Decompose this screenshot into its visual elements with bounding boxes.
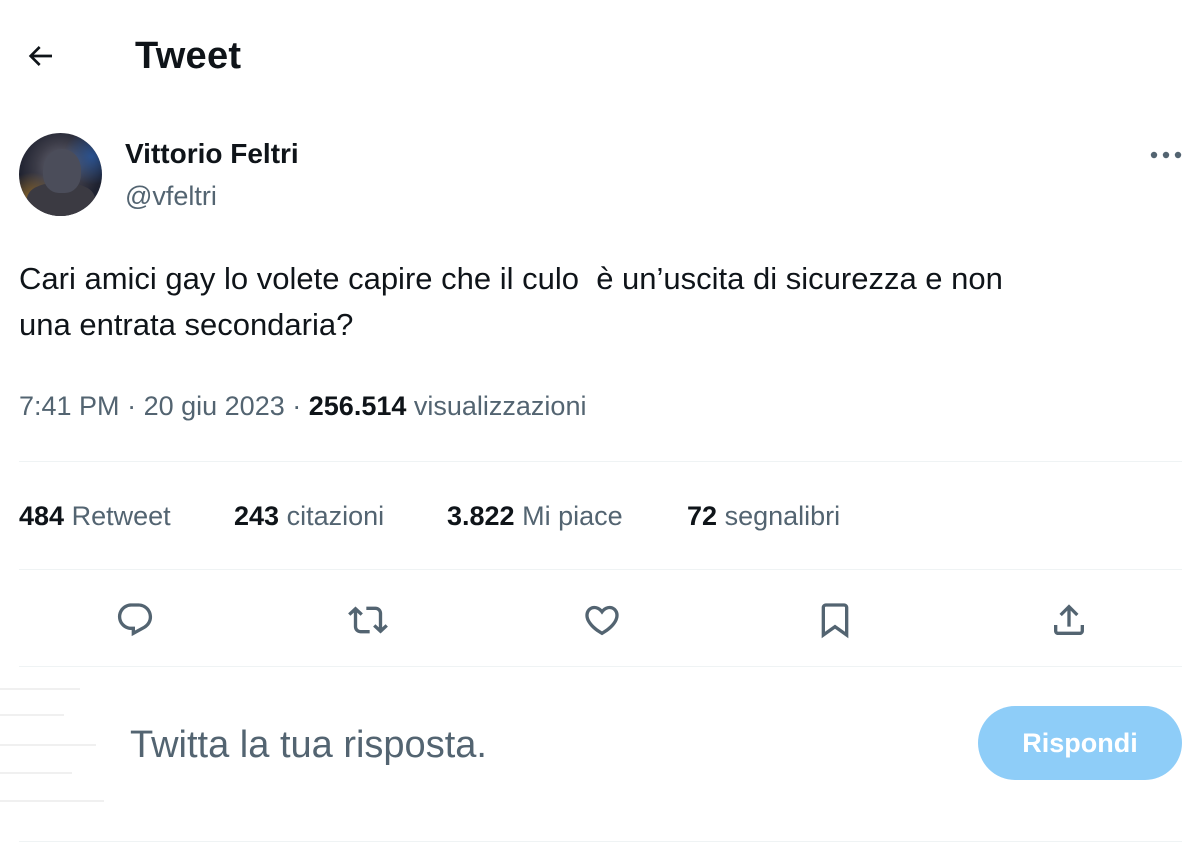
stat-label: segnalibri	[724, 501, 841, 531]
meta-separator: ·	[292, 391, 302, 421]
tweet-header: Tweet	[0, 0, 1200, 112]
author-handle[interactable]: @vfeltri	[125, 180, 217, 212]
decorative-line	[0, 714, 64, 716]
views-count: 256.514	[308, 391, 407, 421]
divider	[19, 841, 1182, 842]
stat-label: Mi piace	[522, 501, 623, 531]
retweet-button[interactable]	[344, 596, 392, 644]
bookmark-icon	[821, 603, 849, 639]
avatar-figure-head	[43, 149, 81, 193]
stat-count: 484	[19, 501, 65, 531]
stat-label: Retweet	[71, 501, 171, 531]
share-button[interactable]	[1045, 596, 1093, 644]
tweet-text: Cari amici gay lo volete capire che il c…	[19, 261, 1003, 342]
reply-button[interactable]	[111, 596, 159, 644]
divider	[19, 569, 1182, 570]
stat-label: citazioni	[286, 501, 385, 531]
page-title: Tweet	[135, 35, 242, 77]
divider	[19, 666, 1182, 667]
arrow-left-icon	[28, 46, 52, 66]
views-label: visualizzazioni	[413, 391, 587, 421]
decorative-line	[0, 744, 96, 746]
decorative-line	[0, 772, 72, 774]
avatar[interactable]	[19, 133, 102, 216]
stat-quotes[interactable]: 243 citazioni	[234, 498, 384, 534]
decorative-line	[0, 800, 104, 802]
like-button[interactable]	[578, 596, 626, 644]
stat-count: 3.822	[447, 501, 515, 531]
reply-input[interactable]: Twitta la tua risposta.	[130, 721, 487, 769]
back-button[interactable]	[18, 34, 62, 78]
share-icon	[1054, 604, 1084, 635]
decorative-line	[0, 688, 80, 690]
bookmark-button[interactable]	[811, 596, 859, 644]
stat-retweets[interactable]: 484 Retweet	[19, 498, 171, 534]
more-horizontal-icon	[1150, 151, 1182, 159]
like-icon	[585, 605, 619, 636]
stat-bookmarks[interactable]: 72 segnalibri	[687, 498, 840, 534]
tweet-meta: 7:41 PM · 20 giu 2023 · 256.514 visualiz…	[19, 388, 586, 424]
tweet-date[interactable]: 20 giu 2023	[144, 391, 285, 421]
stat-count: 243	[234, 501, 280, 531]
divider	[19, 461, 1182, 462]
more-options-button[interactable]	[1140, 140, 1192, 170]
tweet-time[interactable]: 7:41 PM	[19, 391, 120, 421]
author-name[interactable]: Vittorio Feltri	[125, 137, 299, 171]
stat-likes[interactable]: 3.822 Mi piace	[447, 498, 623, 534]
stat-count: 72	[687, 501, 718, 531]
reply-submit-button[interactable]: Rispondi	[978, 706, 1182, 780]
reply-icon	[117, 603, 153, 637]
retweet-icon	[348, 606, 388, 634]
meta-separator: ·	[127, 391, 137, 421]
